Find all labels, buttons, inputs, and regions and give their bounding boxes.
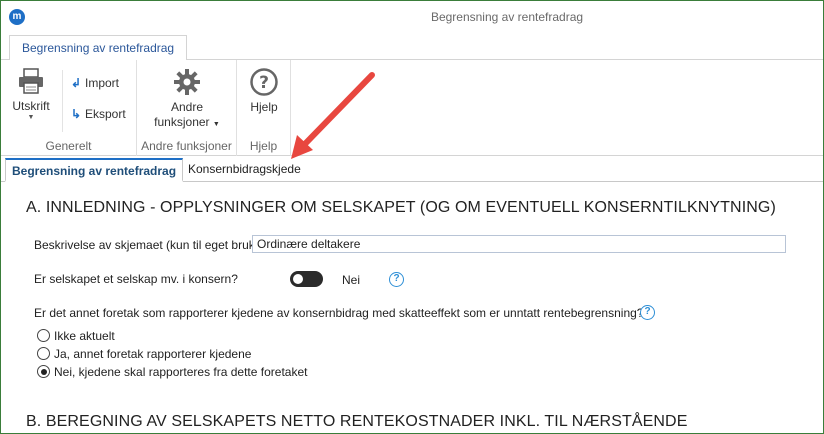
print-button[interactable]: Utskrift ▼ xyxy=(7,66,55,122)
section-b-title: B. BEREGNING AV SELSKAPETS NETTO RENTEKO… xyxy=(26,413,688,430)
tab-begrensning-av-rentefradrag[interactable]: Begrensning av rentefradrag xyxy=(5,158,184,182)
question-circle-icon: ? xyxy=(250,68,278,96)
radio-label: Nei, kjedene skal rapporteres fra dette … xyxy=(54,364,308,379)
document-tab-strip: Begrensning av rentefradrag Konsernbidra… xyxy=(1,156,823,182)
other-functions-label-line2: funksjoner ▼ xyxy=(147,115,227,132)
radio-ja-annet-foretak[interactable]: Ja, annet foretak rapporterer kjedene xyxy=(37,346,251,362)
ribbon-tab-strip: Begrensning av rentefradrag xyxy=(1,33,823,61)
ribbon-group-label-andre: Andre funksjoner xyxy=(141,139,232,153)
title-bar: m Begrensning av rentefradrag xyxy=(1,1,823,33)
other-functions-label-text: funksjoner xyxy=(154,115,210,129)
description-label: Beskrivelse av skjemaet (kun til eget br… xyxy=(34,238,259,252)
print-button-label: Utskrift xyxy=(12,99,50,113)
help-button-label: Hjelp xyxy=(250,100,278,114)
radio-button[interactable] xyxy=(37,347,50,361)
tab-konsernbidragskjede[interactable]: Konsernbidragskjede xyxy=(182,158,307,182)
import-button[interactable]: ↲ Import xyxy=(71,76,119,90)
window-title: Begrensning av rentefradrag xyxy=(430,10,584,24)
export-button[interactable]: ↳ Eksport xyxy=(71,107,126,121)
export-icon: ↳ xyxy=(71,107,82,121)
radio-label: Ikke aktuelt xyxy=(54,328,115,343)
ribbon-tab-begrensning[interactable]: Begrensning av rentefradrag xyxy=(9,35,188,61)
other-functions-label-line1: Andre xyxy=(170,100,204,114)
radio-ikke-aktuelt[interactable]: Ikke aktuelt xyxy=(37,328,115,344)
application-window: m Begrensning av rentefradrag Begrensnin… xyxy=(0,0,824,434)
toggle-knob xyxy=(293,274,303,284)
section-a-title: A. INNLEDNING - OPPLYSNINGER OM SELSKAPE… xyxy=(26,199,776,216)
import-icon: ↲ xyxy=(71,76,82,90)
svg-text:?: ? xyxy=(259,73,269,93)
ribbon-group-label-hjelp: Hjelp xyxy=(249,139,278,153)
gear-icon xyxy=(174,69,200,95)
konsern-label: Er selskapet et selskap mv. i konsern? xyxy=(34,272,238,286)
radio-label: Ja, annet foretak rapporterer kjedene xyxy=(54,346,252,361)
ribbon-group-hjelp: ? Hjelp Hjelp xyxy=(237,60,291,156)
ribbon-group-label-generelt: Generelt xyxy=(45,139,92,153)
radio-button-selected[interactable] xyxy=(37,365,50,379)
description-input[interactable] xyxy=(252,235,786,253)
ribbon-group-generelt: Utskrift ▼ ↲ Import ↳ Eksport Generelt xyxy=(1,60,137,156)
other-company-question: Er det annet foretak som rapporterer kje… xyxy=(34,306,644,320)
group-divider xyxy=(62,70,63,132)
help-button[interactable]: ? Hjelp xyxy=(242,67,286,115)
form-content: A. INNLEDNING - OPPLYSNINGER OM SELSKAPE… xyxy=(1,183,823,434)
chevron-down-icon: ▼ xyxy=(212,121,220,128)
radio-button[interactable] xyxy=(37,329,50,343)
konsern-toggle-text: Nei xyxy=(342,273,361,287)
export-button-label: Eksport xyxy=(85,107,126,121)
other-functions-button[interactable]: Andre funksjoner ▼ xyxy=(147,67,227,132)
other-company-help-icon[interactable]: ? xyxy=(640,305,655,320)
konsern-help-icon[interactable]: ? xyxy=(389,272,404,287)
radio-nei-dette-foretaket[interactable]: Nei, kjedene skal rapporteres fra dette … xyxy=(37,364,307,380)
printer-icon xyxy=(19,68,43,94)
import-button-label: Import xyxy=(85,76,120,90)
chevron-down-icon: ▼ xyxy=(27,114,35,121)
konsern-toggle[interactable] xyxy=(290,271,323,287)
ribbon-group-andre-funksjoner: Andre funksjoner ▼ Andre funksjoner xyxy=(137,60,237,156)
ribbon: Utskrift ▼ ↲ Import ↳ Eksport Generelt A… xyxy=(1,60,823,156)
